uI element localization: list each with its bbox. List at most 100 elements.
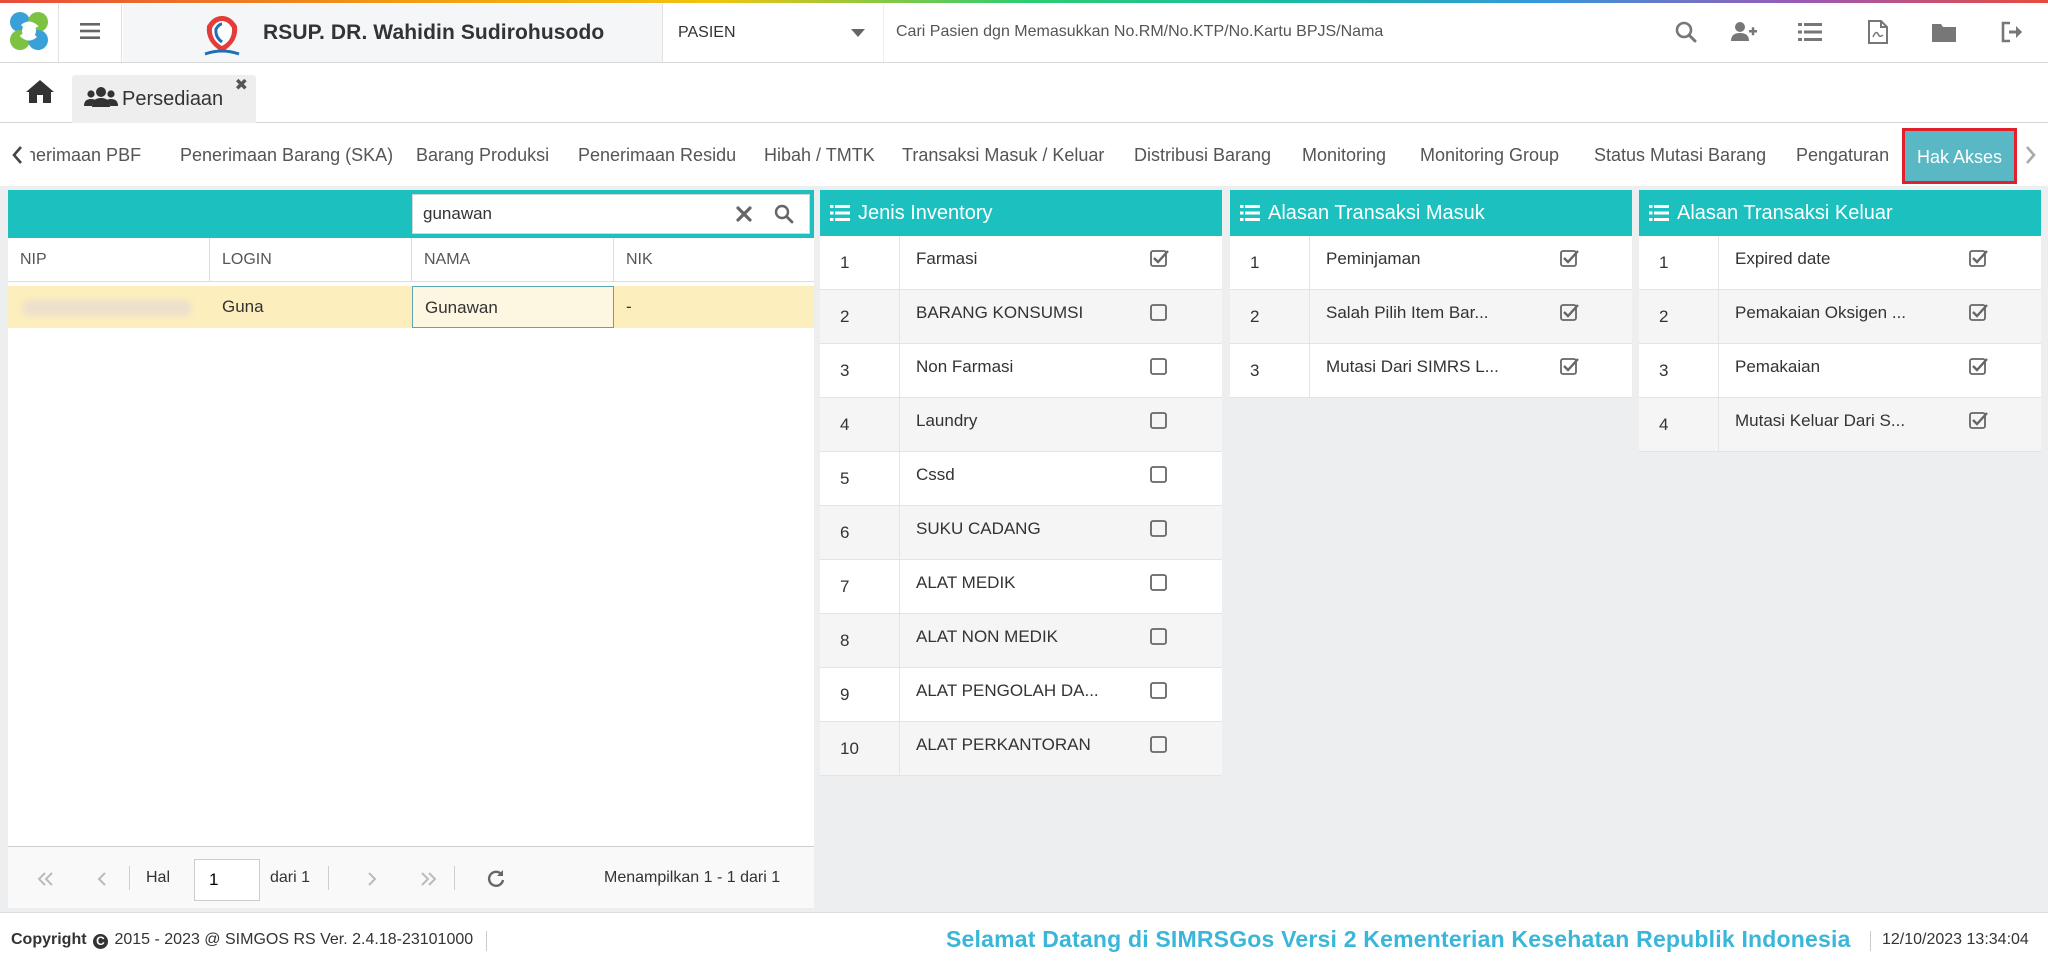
list-item: 2 BARANG KONSUMSI bbox=[820, 290, 1222, 344]
home-tab[interactable] bbox=[12, 71, 68, 115]
subnav-item-pengaturan[interactable]: Pengaturan bbox=[1796, 124, 1889, 186]
folder-icon[interactable] bbox=[1926, 14, 1962, 50]
row-label: Cssd bbox=[916, 465, 955, 484]
list-item: 8 ALAT NON MEDIK bbox=[820, 614, 1222, 668]
tab-persediaan[interactable]: Persediaan ✖ bbox=[72, 75, 256, 123]
user-search-input[interactable] bbox=[423, 195, 723, 233]
subnav-item-penerimaan-residu[interactable]: Penerimaan Residu bbox=[578, 124, 736, 186]
checkbox-unchecked-icon[interactable] bbox=[1150, 572, 1170, 592]
row-number: 2 bbox=[820, 290, 900, 344]
users-icon bbox=[84, 86, 118, 113]
checkbox-checked-icon[interactable] bbox=[1150, 248, 1170, 268]
list-item: 1 Peminjaman bbox=[1230, 236, 1632, 290]
panel-title: Jenis Inventory bbox=[858, 201, 993, 224]
patient-type-value: PASIEN bbox=[678, 24, 736, 41]
row-label: BARANG KONSUMSI bbox=[916, 303, 1084, 322]
caret-down-icon bbox=[851, 29, 865, 37]
row-number: 3 bbox=[1230, 344, 1310, 398]
prev-page-icon[interactable] bbox=[88, 865, 116, 893]
subnav-item-penerimaan-barang-ska[interactable]: Penerimaan Barang (SKA) bbox=[180, 124, 393, 186]
subnav-item-penerimaan-pbf[interactable]: Penerimaan PBF bbox=[30, 124, 141, 186]
row-number: 5 bbox=[820, 452, 900, 506]
subnav-item-status-mutasi-barang[interactable]: Status Mutasi Barang bbox=[1594, 124, 1766, 186]
row-number: 4 bbox=[820, 398, 900, 452]
clear-search-icon[interactable] bbox=[731, 201, 757, 227]
column-header-nama[interactable]: NAMA bbox=[412, 238, 614, 282]
hamburger-menu-button[interactable] bbox=[58, 4, 122, 62]
pager-divider bbox=[328, 866, 329, 890]
checkbox-unchecked-icon[interactable] bbox=[1150, 356, 1170, 376]
checkbox-unchecked-icon[interactable] bbox=[1150, 680, 1170, 700]
row-label: Mutasi Dari SIMRS L... bbox=[1326, 357, 1499, 376]
list-icon[interactable] bbox=[1792, 14, 1828, 50]
page-number-input[interactable] bbox=[194, 859, 260, 901]
subnav-item-hibah-tmtk[interactable]: Hibah / TMTK bbox=[764, 124, 875, 186]
users-grid-header: NIP LOGIN NAMA NIK bbox=[8, 238, 814, 282]
scroll-left-icon[interactable] bbox=[6, 142, 28, 168]
logout-icon[interactable] bbox=[1994, 14, 2030, 50]
row-label: Salah Pilih Item Bar... bbox=[1326, 303, 1489, 322]
column-header-nik[interactable]: NIK bbox=[614, 238, 814, 282]
row-number: 4 bbox=[1639, 398, 1719, 452]
subnav-item-transaksi-masuk-keluar[interactable]: Transaksi Masuk / Keluar bbox=[902, 124, 1104, 186]
row-label: Expired date bbox=[1735, 249, 1831, 268]
checkbox-unchecked-icon[interactable] bbox=[1150, 410, 1170, 430]
checkbox-checked-icon[interactable] bbox=[1969, 410, 1989, 430]
checkbox-unchecked-icon[interactable] bbox=[1150, 518, 1170, 538]
list-item: 3 Pemakaian bbox=[1639, 344, 2041, 398]
last-page-icon[interactable] bbox=[414, 865, 442, 893]
patient-search-input[interactable] bbox=[896, 12, 1656, 52]
table-row[interactable]: Guna Gunawan - bbox=[8, 286, 814, 328]
pdf-icon[interactable] bbox=[1860, 14, 1896, 50]
cell-nip bbox=[8, 286, 210, 328]
row-label: Non Farmasi bbox=[916, 357, 1014, 376]
subnav-item-distribusi-barang[interactable]: Distribusi Barang bbox=[1134, 124, 1271, 186]
search-icon[interactable] bbox=[1668, 14, 1704, 50]
cell-nama[interactable]: Gunawan bbox=[412, 286, 614, 328]
row-label: Mutasi Keluar Dari S... bbox=[1735, 411, 1906, 430]
checkbox-checked-icon[interactable] bbox=[1969, 302, 1989, 322]
subnav-item-monitoring[interactable]: Monitoring bbox=[1302, 124, 1386, 186]
home-icon bbox=[25, 78, 55, 109]
add-user-icon[interactable] bbox=[1726, 14, 1762, 50]
subnav-item-barang-produksi[interactable]: Barang Produksi bbox=[416, 124, 549, 186]
checkbox-unchecked-icon[interactable] bbox=[1150, 734, 1170, 754]
users-grid-panel: NIP LOGIN NAMA NIK Guna Gunawan - Hal da… bbox=[8, 190, 814, 908]
patient-type-select[interactable]: PASIEN bbox=[664, 4, 884, 62]
checkbox-checked-icon[interactable] bbox=[1560, 248, 1580, 268]
top-bar: RSUP. DR. Wahidin Sudirohusodo PASIEN bbox=[0, 0, 2048, 63]
close-tab-icon[interactable]: ✖ bbox=[235, 75, 248, 95]
app-logo[interactable] bbox=[6, 8, 52, 54]
checkbox-unchecked-icon[interactable] bbox=[1150, 626, 1170, 646]
color-stripe bbox=[0, 0, 2048, 3]
checkbox-checked-icon[interactable] bbox=[1969, 356, 1989, 376]
checkbox-checked-icon[interactable] bbox=[1969, 248, 1989, 268]
row-number: 3 bbox=[1639, 344, 1719, 398]
subnav-item-hak-akses[interactable]: Hak Akses bbox=[1902, 128, 2018, 184]
row-label: Pemakaian Oksigen ... bbox=[1735, 303, 1907, 322]
column-header-nip[interactable]: NIP bbox=[8, 238, 210, 282]
row-number: 10 bbox=[820, 722, 900, 776]
column-header-login[interactable]: LOGIN bbox=[210, 238, 412, 282]
alasan-keluar-header: Alasan Transaksi Keluar bbox=[1639, 190, 2041, 236]
list-item: 1 Expired date bbox=[1639, 236, 2041, 290]
checkbox-checked-icon[interactable] bbox=[1560, 356, 1580, 376]
row-number: 2 bbox=[1230, 290, 1310, 344]
list-item: 4 Mutasi Keluar Dari S... bbox=[1639, 398, 2041, 452]
row-label: ALAT PENGOLAH DA... bbox=[916, 681, 1099, 700]
checkbox-checked-icon[interactable] bbox=[1560, 302, 1580, 322]
row-label: Laundry bbox=[916, 411, 978, 430]
scroll-right-icon[interactable] bbox=[2020, 142, 2042, 168]
subnav-item-monitoring-group[interactable]: Monitoring Group bbox=[1420, 124, 1559, 186]
search-icon[interactable] bbox=[771, 201, 797, 227]
jenis-inventory-header: Jenis Inventory bbox=[820, 190, 1222, 236]
checkbox-unchecked-icon[interactable] bbox=[1150, 464, 1170, 484]
refresh-icon[interactable] bbox=[482, 865, 510, 893]
list-item: 6 SUKU CADANG bbox=[820, 506, 1222, 560]
first-page-icon[interactable] bbox=[32, 865, 60, 893]
row-number: 6 bbox=[820, 506, 900, 560]
module-subnav: Penerimaan PBF Penerimaan Barang (SKA) B… bbox=[0, 124, 2048, 186]
welcome-banner: Selamat Datang di SIMRSGos Versi 2 Kemen… bbox=[946, 926, 1851, 952]
next-page-icon[interactable] bbox=[358, 865, 386, 893]
checkbox-unchecked-icon[interactable] bbox=[1150, 302, 1170, 322]
